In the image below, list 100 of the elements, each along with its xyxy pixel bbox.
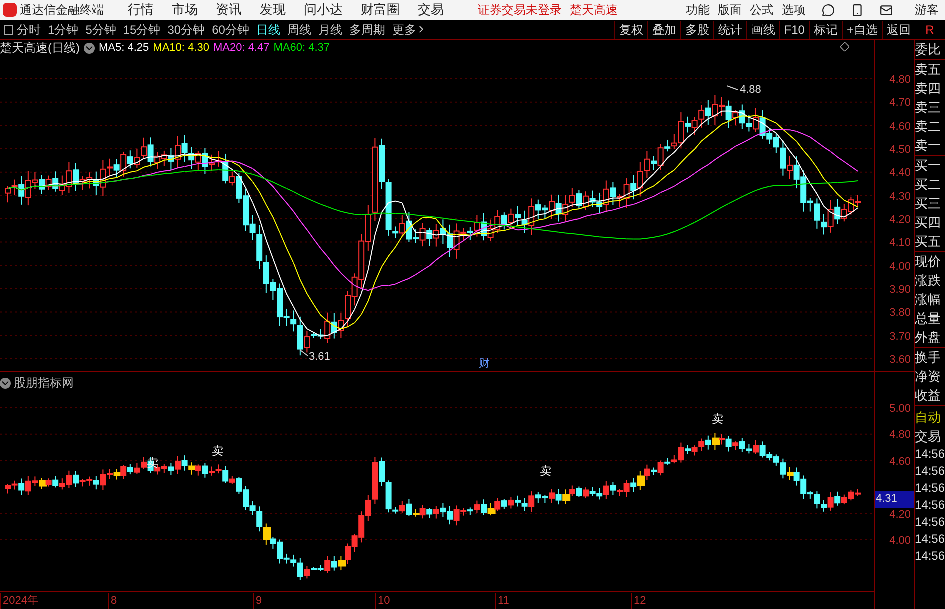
period-tab[interactable]: 分时 — [17, 20, 41, 38]
moving-average-label: MA60: 4.37 — [274, 40, 330, 56]
toolbar-button[interactable]: 复权 — [614, 20, 648, 38]
menu-item[interactable]: 市场 — [172, 0, 198, 20]
period-tab[interactable]: 15分钟 — [123, 20, 161, 38]
leader-line — [726, 86, 738, 90]
toolbar-button[interactable]: 标记 — [808, 20, 842, 38]
toolbar-button[interactable]: +自选 — [842, 20, 882, 38]
period-tab[interactable]: 60分钟 — [212, 20, 250, 38]
toolbar-button[interactable]: 画线 — [746, 20, 780, 38]
corner-label: R — [924, 22, 936, 38]
menu-item[interactable]: 选项 — [782, 1, 806, 19]
menu-item[interactable]: 财富圈 — [361, 0, 400, 20]
period-tab[interactable]: 月线 — [318, 20, 342, 38]
trade-time: 14:56 — [915, 514, 945, 531]
panel-toggle-icon[interactable] — [4, 24, 13, 34]
user-label[interactable]: 游客 — [915, 1, 939, 19]
trade-time: 14:56 — [915, 548, 945, 565]
quote-field-label: 总量 — [915, 310, 942, 328]
current-value-label: 4.31 — [875, 491, 914, 508]
indicator-axis-label: 4.00 — [890, 534, 911, 549]
event-marker[interactable]: 财 — [479, 358, 490, 370]
menu-item[interactable]: 问小达 — [304, 0, 343, 20]
dropdown-icon[interactable] — [0, 378, 11, 388]
chart-title: 楚天高速(日线) — [0, 40, 80, 57]
quote-field-label: 卖一 — [915, 137, 942, 155]
period-tab[interactable]: 周线 — [287, 20, 312, 38]
mail-icon[interactable] — [880, 4, 893, 16]
app-logo-icon — [3, 3, 17, 17]
menu-item[interactable]: 发现 — [260, 0, 286, 20]
price-axis-label: 4.50 — [890, 142, 911, 158]
period-tab[interactable]: 1分钟 — [48, 20, 79, 38]
phone-icon[interactable] — [851, 4, 864, 16]
price-axis-label: 4.40 — [890, 166, 911, 182]
sell-signal: 卖 — [540, 464, 552, 478]
mode-label[interactable]: 自动 — [915, 408, 945, 427]
toolbar-button[interactable]: 多股 — [680, 20, 714, 38]
price-axis-label: 3.70 — [890, 330, 911, 345]
quote-field-label: 涨跌 — [915, 272, 942, 290]
indicator-axis-label: 4.60 — [890, 454, 911, 470]
price-axis-label: 4.80 — [890, 73, 911, 88]
period-tab[interactable]: 5分钟 — [86, 20, 116, 38]
chat-icon[interactable] — [822, 4, 835, 16]
price-axis-label: 3.80 — [890, 306, 911, 322]
leader-line — [300, 350, 308, 356]
menu-item[interactable]: 交易 — [418, 0, 444, 20]
trade-time: 14:56 — [915, 480, 945, 497]
period-tab[interactable]: 日线 — [256, 20, 280, 38]
trade-time: 14:56 — [915, 497, 945, 514]
moving-average-label: MA20: 4.47 — [213, 40, 270, 56]
trade-time: 14:56 — [915, 531, 945, 548]
quote-field-label: 买三 — [915, 195, 942, 213]
menu-item[interactable]: 资讯 — [216, 0, 242, 20]
toolbar-button[interactable]: 统计 — [713, 20, 746, 38]
quote-field-label: 买二 — [915, 176, 942, 194]
quote-field-label: 净资 — [915, 368, 942, 386]
trade-header: 交易 — [915, 428, 942, 446]
date-label: 11 — [495, 593, 510, 609]
trade-time: 14:56 — [915, 446, 945, 463]
quote-field-label: 买五 — [915, 233, 942, 251]
toolbar-button[interactable]: F10 — [779, 20, 809, 38]
period-tab[interactable]: 30分钟 — [168, 20, 206, 38]
quote-field-label: 卖三 — [915, 99, 942, 117]
quote-field-label: 卖四 — [915, 80, 942, 98]
period-tab[interactable]: 多周期 — [349, 20, 386, 38]
indicator-title: 股朋指标网 — [14, 375, 74, 392]
more-menu[interactable]: 更多 — [392, 20, 428, 38]
sell-signal: 卖 — [712, 412, 724, 426]
date-label: 10 — [375, 593, 390, 609]
dropdown-icon[interactable] — [84, 42, 95, 54]
price-axis-label: 4.10 — [890, 236, 911, 252]
sell-signal: 卖 — [147, 456, 159, 470]
price-axis-label: 4.60 — [890, 120, 911, 135]
quote-field-label: 买四 — [915, 214, 942, 232]
price-axis-label: 4.20 — [890, 212, 911, 228]
price-axis-label: 4.00 — [890, 260, 911, 275]
date-label: 2024年 — [0, 593, 38, 609]
quote-field-label: 换手 — [915, 349, 942, 367]
toolbar-button[interactable]: 返回 — [882, 20, 915, 38]
moving-average-label: MA5: 4.25 — [99, 40, 150, 56]
quote-field-label: 卖二 — [915, 118, 942, 136]
menu-item[interactable]: 功能 — [686, 1, 710, 19]
quote-field-label: 卖五 — [915, 61, 942, 79]
menu-item[interactable]: 版面 — [718, 1, 742, 19]
indicator-axis-label: 4.20 — [890, 508, 911, 523]
diamond-icon[interactable] — [840, 42, 850, 52]
quote-field-label: 现价 — [915, 253, 942, 271]
date-label: 8 — [108, 593, 118, 609]
date-label: 12 — [631, 593, 646, 609]
menu-item[interactable]: 公式 — [750, 1, 774, 19]
price-axis-label: 3.90 — [890, 282, 911, 298]
toolbar-button[interactable]: 叠加 — [647, 20, 680, 38]
trade-time: 14:56 — [915, 463, 945, 480]
quote-field-label: 委比 — [915, 41, 942, 59]
menu-item[interactable]: 行情 — [128, 0, 154, 20]
status-notice: 证券交易未登录 — [478, 2, 562, 19]
status-notice: 楚天高速 — [570, 2, 618, 19]
price-axis-label: 3.60 — [890, 352, 911, 368]
low-price-label: 3.61 — [309, 351, 330, 363]
price-axis-label: 4.70 — [890, 96, 911, 112]
